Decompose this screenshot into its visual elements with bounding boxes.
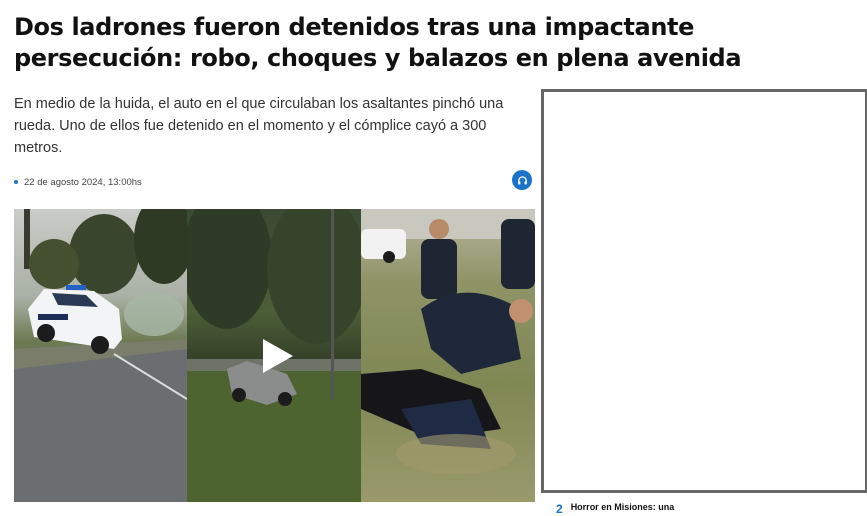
article-date: 22 de agosto 2024, 13:00hs <box>24 176 142 188</box>
article-summary: En medio de la huida, el auto en el que … <box>14 96 504 156</box>
video-player[interactable] <box>14 209 535 502</box>
related-article-title[interactable]: Horror en Misiones: una <box>571 502 675 513</box>
listen-audio-button[interactable] <box>512 170 532 190</box>
article-headline: Dos ladrones fueron detenidos tras una i… <box>14 13 742 72</box>
related-article-number: 2 <box>556 502 563 516</box>
related-article-item[interactable]: 2 Horror en Misiones: una <box>556 502 674 516</box>
article-meta: 22 de agosto 2024, 13:00hs <box>14 175 142 189</box>
video-frame-police-car <box>14 209 187 502</box>
bullet-icon <box>14 180 18 184</box>
play-icon[interactable] <box>261 337 295 375</box>
headphones-icon <box>517 175 527 185</box>
advertisement-slot <box>541 89 867 493</box>
video-frame-arrest <box>361 209 535 502</box>
